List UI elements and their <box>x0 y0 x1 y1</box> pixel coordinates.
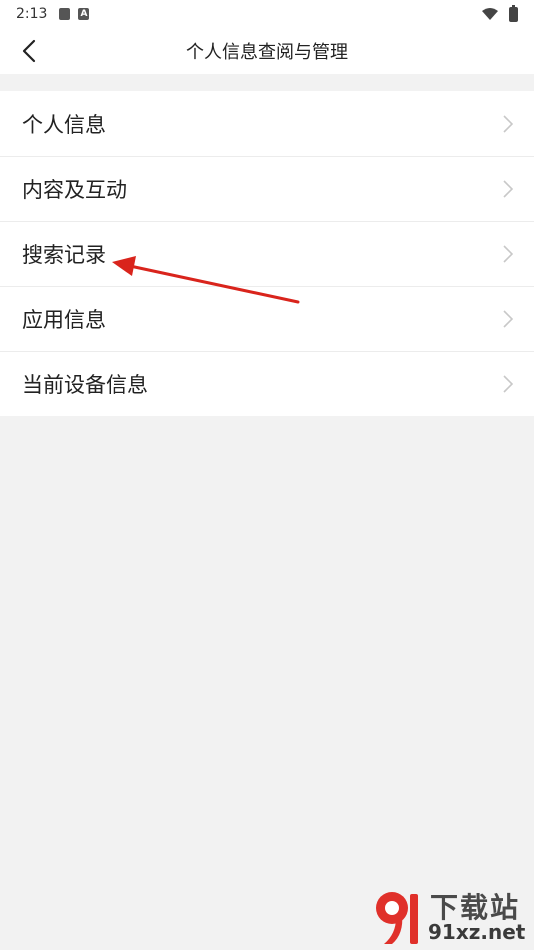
watermark-logo-icon <box>376 892 418 944</box>
menu-item-app-info[interactable]: 应用信息 <box>0 286 534 351</box>
chevron-right-icon <box>503 244 514 263</box>
watermark: 下载站 91xz.net <box>368 886 530 948</box>
status-time: 2:13 <box>16 6 48 22</box>
page-title: 个人信息查阅与管理 <box>186 42 348 63</box>
status-notification-icons: A <box>59 8 90 20</box>
menu-item-label: 内容及互动 <box>22 177 127 202</box>
status-right-icons <box>481 4 518 22</box>
menu-item-search-history[interactable]: 搜索记录 <box>0 221 534 286</box>
menu-item-personal-info[interactable]: 个人信息 <box>0 91 534 156</box>
sim-card-icon <box>59 8 71 20</box>
header: 个人信息查阅与管理 <box>0 28 534 74</box>
menu-item-label: 应用信息 <box>22 307 106 332</box>
menu-item-device-info[interactable]: 当前设备信息 <box>0 351 534 416</box>
menu-item-label: 搜索记录 <box>22 242 106 267</box>
chevron-right-icon <box>503 374 514 393</box>
chevron-right-icon <box>503 114 514 133</box>
menu-list: 个人信息 内容及互动 搜索记录 应用信息 当前设备信息 <box>0 91 534 416</box>
chevron-right-icon <box>503 179 514 198</box>
back-arrow-icon <box>22 39 36 63</box>
menu-item-content-interaction[interactable]: 内容及互动 <box>0 156 534 221</box>
back-button[interactable] <box>14 36 44 66</box>
battery-icon <box>509 4 518 22</box>
menu-item-label: 个人信息 <box>22 112 106 137</box>
menu-item-label: 当前设备信息 <box>22 372 148 397</box>
status-bar: 2:13 A <box>0 0 534 28</box>
wifi-icon <box>482 8 498 20</box>
watermark-url: 91xz.net <box>428 920 526 944</box>
chevron-right-icon <box>503 309 514 328</box>
notification-a-icon: A <box>78 8 90 20</box>
